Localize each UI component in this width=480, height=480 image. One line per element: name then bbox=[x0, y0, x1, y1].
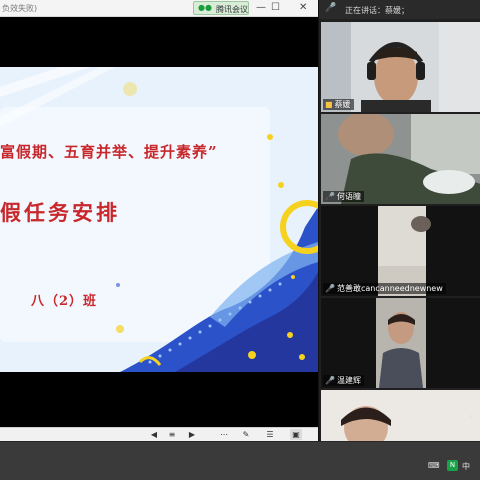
expand-icon[interactable]: ⌄ bbox=[467, 410, 475, 420]
participant-caption: 🎤 范善敢cancanneednewnew bbox=[323, 283, 446, 294]
speaking-indicator: 🎤 正在讲话：蔡媛； bbox=[319, 0, 480, 19]
participant-panel: 🎤 正在讲话：蔡媛； ■ 蔡媛 ⌄ 🎤 何语瞳 🎤 范善敢cancanneedn… bbox=[318, 0, 480, 441]
participant-name: 何语瞳 bbox=[336, 192, 361, 201]
presentation-slide: 富假期、五育并举、提升素养” 假任务安排 八（2）班 bbox=[0, 67, 318, 372]
slide-letterbox-bottom bbox=[0, 372, 318, 427]
muted-mic-icon: 🎤 bbox=[325, 376, 335, 385]
muted-mic-icon: 🎤 bbox=[325, 192, 335, 201]
slide-heading-line1: 富假期、五育并举、提升素养” bbox=[0, 143, 218, 161]
participant-name: 蔡媛 bbox=[334, 100, 351, 109]
signal-icon: ●● bbox=[198, 3, 212, 12]
video-tile[interactable]: 🎤 温建辉 bbox=[321, 298, 480, 388]
app-badge-icon[interactable]: N bbox=[447, 460, 458, 471]
participant-video bbox=[321, 390, 480, 441]
next-slide-button[interactable]: ▶ bbox=[186, 429, 198, 440]
taskbar: ⌨ N 中 bbox=[0, 441, 480, 480]
tencent-meeting-pill[interactable]: ●● 腾讯会议 bbox=[193, 1, 249, 15]
keyboard-icon[interactable]: ⌨ bbox=[428, 461, 440, 470]
participant-caption: 🎤 何语瞳 bbox=[323, 191, 364, 202]
notes-icon[interactable]: ☰ bbox=[264, 429, 276, 440]
participant-name: 范善敢cancanneednewnew bbox=[336, 284, 443, 293]
slide-letterbox-top bbox=[0, 17, 318, 67]
minimize-button[interactable]: — bbox=[256, 2, 266, 14]
thumbnails-icon[interactable]: ⋯ bbox=[218, 429, 230, 440]
video-tile[interactable]: ■ 蔡媛 ⌄ bbox=[321, 22, 480, 112]
microphone-icon: 🎤 bbox=[325, 3, 337, 13]
close-button[interactable]: ✕ bbox=[299, 2, 307, 14]
ime-indicator[interactable]: 中 bbox=[462, 461, 470, 472]
participant-name: 温建辉 bbox=[336, 376, 361, 385]
slide-title: 假任务安排 bbox=[0, 200, 120, 225]
video-tile[interactable]: 🎤 范善敢cancanneednewnew bbox=[321, 206, 480, 296]
meeting-label: 腾讯会议 bbox=[216, 5, 248, 14]
collapse-icon[interactable]: ⌄ bbox=[467, 26, 475, 36]
slide-class-name: 八（2）班 bbox=[31, 294, 98, 309]
participant-caption: 🎤 温建辉 bbox=[323, 375, 364, 386]
window-title: 负效失败) bbox=[2, 4, 38, 13]
prev-slide-button[interactable]: ◀ bbox=[148, 429, 160, 440]
video-tile[interactable]: 🎤 何语瞳 bbox=[321, 114, 480, 204]
video-tile[interactable]: ⌄ bbox=[321, 390, 480, 441]
slide-grid-icon[interactable]: ≡ bbox=[166, 429, 178, 440]
meeting-window: 负效失败) ●● 腾讯会议 — ☐ ✕ 富假期、五育并举、提升素养” 假任务安排… bbox=[0, 0, 480, 480]
muted-mic-icon: 🎤 bbox=[325, 284, 335, 293]
maximize-button[interactable]: ☐ bbox=[271, 2, 280, 14]
speaking-label: 正在讲话：蔡媛； bbox=[345, 6, 409, 15]
slide-control-bar: ◀ ≡ ▶ ⋯ ✎ ☰ ▣ bbox=[0, 427, 318, 441]
participant-caption: ■ 蔡媛 bbox=[323, 99, 354, 110]
presentation-titlebar: 负效失败) ●● 腾讯会议 — ☐ ✕ bbox=[0, 0, 318, 17]
pen-icon[interactable]: ✎ bbox=[240, 429, 252, 440]
host-icon: ■ bbox=[325, 100, 333, 109]
presenter-view-icon[interactable]: ▣ bbox=[290, 429, 302, 440]
